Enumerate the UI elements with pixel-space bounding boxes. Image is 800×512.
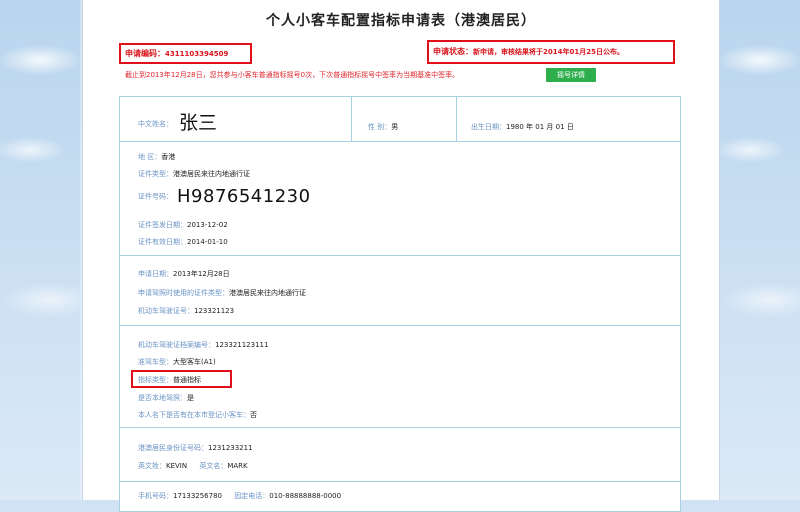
dob-value: 1980 年 01 月 01 日 — [506, 123, 574, 131]
vehicle-class-value: 大型客车(A1) — [173, 358, 216, 366]
hkid-row: 港澳居民身份证号码：1231233211 — [138, 443, 253, 453]
hkid-label: 港澳居民身份证号码： — [138, 444, 208, 452]
local-license-row: 是否本地驾照：是 — [138, 393, 194, 403]
application-status-value: 新申请，审核结果将于2014年01月25日公布。 — [473, 48, 624, 56]
expiry-date-value: 2014-01-10 — [187, 238, 228, 246]
form-title: 个人小客车配置指标申请表（港澳居民） — [266, 13, 536, 29]
license-no-value: 123321123 — [194, 307, 235, 315]
application-number-value: 4311103394509 — [165, 50, 229, 58]
name-value: 张三 — [179, 112, 218, 134]
docno-row: 证件号码： H9876541230 — [138, 186, 311, 207]
phone-label: 手机号码： — [138, 492, 173, 500]
name-section: 中文姓名： 张三 性 别：男 出生日期：1980 年 01 月 01 日 — [119, 96, 681, 142]
application-status-label: 申请状态： — [433, 47, 473, 56]
doctype-row: 证件类型：港澳居民来往内地通行证 — [138, 169, 250, 179]
gender-label: 性 别： — [368, 123, 392, 131]
apply-date-label: 申请日期： — [138, 270, 173, 278]
archive-value: 123321123111 — [215, 341, 269, 349]
application-number-label: 申请编码： — [125, 49, 165, 58]
tel-value: 010-88888888-0000 — [269, 492, 342, 500]
background-sky-left — [0, 0, 80, 500]
issue-date-value: 2013-12-02 — [187, 221, 228, 229]
lottery-detail-button[interactable]: 摇号详情 — [546, 68, 596, 82]
english-surname-label: 英文姓： — [138, 462, 166, 470]
apply-doctype-row: 申请驾照时使用的证件类型：港澳居民来往内地通行证 — [138, 288, 306, 298]
doctype-label: 证件类型： — [138, 170, 173, 178]
docno-label: 证件号码： — [138, 192, 173, 201]
owns-car-label: 本人名下是否有在本市登记小客车： — [138, 411, 250, 419]
application-form: 个人小客车配置指标申请表（港澳居民） 申请编码：4311103394509 申请… — [82, 0, 720, 512]
docno-value: H9876541230 — [177, 186, 311, 207]
identity-section: 地 区：香港 证件类型：港澳居民来往内地通行证 证件号码： H9876541230… — [119, 142, 681, 256]
expiry-date-row: 证件有效日期：2014-01-10 — [138, 237, 228, 247]
name-cell: 中文姓名： 张三 — [120, 97, 352, 141]
region-row: 地 区：香港 — [138, 152, 175, 162]
doctype-value: 港澳居民来往内地通行证 — [173, 170, 250, 178]
apply-doctype-label: 申请驾照时使用的证件类型： — [138, 289, 229, 297]
quota-type-value: 普通指标 — [173, 376, 201, 384]
vehicle-class-label: 准驾车型： — [138, 358, 173, 366]
local-license-value: 是 — [187, 394, 194, 402]
license-no-label: 机动车驾驶证号： — [138, 307, 194, 315]
archive-label: 机动车驾驶证档案编号： — [138, 341, 215, 349]
hk-resident-section: 港澳居民身份证号码：1231233211 英文姓：KEVIN 英文名：MARK — [119, 428, 681, 482]
issue-date-row: 证件签发日期：2013-12-02 — [138, 220, 228, 230]
quota-type-row: 指标类型：普通指标 — [138, 375, 201, 385]
application-info-section: 申请日期：2013年12月28日 申请驾照时使用的证件类型：港澳居民来往内地通行… — [119, 256, 681, 326]
dob-label: 出生日期： — [471, 123, 506, 131]
apply-date-row: 申请日期：2013年12月28日 — [138, 269, 230, 279]
english-name-row: 英文姓：KEVIN 英文名：MARK — [138, 461, 248, 471]
vehicle-class-row: 准驾车型：大型客车(A1) — [138, 357, 216, 367]
expiry-date-label: 证件有效日期： — [138, 238, 187, 246]
phone-value: 17133256780 — [173, 492, 222, 500]
apply-date-value: 2013年12月28日 — [173, 270, 230, 278]
local-license-label: 是否本地驾照： — [138, 394, 187, 402]
archive-row: 机动车驾驶证档案编号：123321123111 — [138, 340, 268, 350]
contact-section: 手机号码：17133256780 固定电话：010-88888888-0000 — [119, 482, 681, 512]
apply-doctype-value: 港澳居民来往内地通行证 — [229, 289, 306, 297]
name-label: 中文姓名： — [138, 120, 173, 128]
english-given-label: 英文名： — [199, 462, 228, 470]
owns-car-row: 本人名下是否有在本市登记小客车：否 — [138, 410, 257, 420]
hkid-value: 1231233211 — [208, 444, 253, 452]
region-label: 地 区： — [138, 153, 162, 161]
background-sky-right — [720, 0, 800, 500]
gender-value: 男 — [391, 123, 399, 131]
dob-cell: 出生日期：1980 年 01 月 01 日 — [457, 97, 680, 141]
english-given-value: MARK — [227, 462, 248, 470]
application-status-box: 申请状态：新申请，审核结果将于2014年01月25日公布。 — [427, 40, 675, 64]
english-surname-value: KEVIN — [166, 462, 188, 470]
issue-date-label: 证件签发日期： — [138, 221, 187, 229]
gender-cell: 性 别：男 — [352, 97, 457, 141]
region-value: 香港 — [161, 153, 176, 161]
license-section: 机动车驾驶证档案编号：123321123111 准驾车型：大型客车(A1) 指标… — [119, 326, 681, 428]
license-no-row: 机动车驾驶证号：123321123 — [138, 306, 234, 316]
quota-type-label: 指标类型： — [138, 376, 173, 384]
application-number-box: 申请编码：4311103394509 — [119, 43, 252, 64]
tel-label: 固定电话： — [234, 492, 270, 500]
owns-car-value: 否 — [250, 411, 257, 419]
lottery-notice: 截止到2013年12月28日，您共参与小客车普通指标摇号0次，下次普通指标摇号中… — [125, 71, 460, 79]
